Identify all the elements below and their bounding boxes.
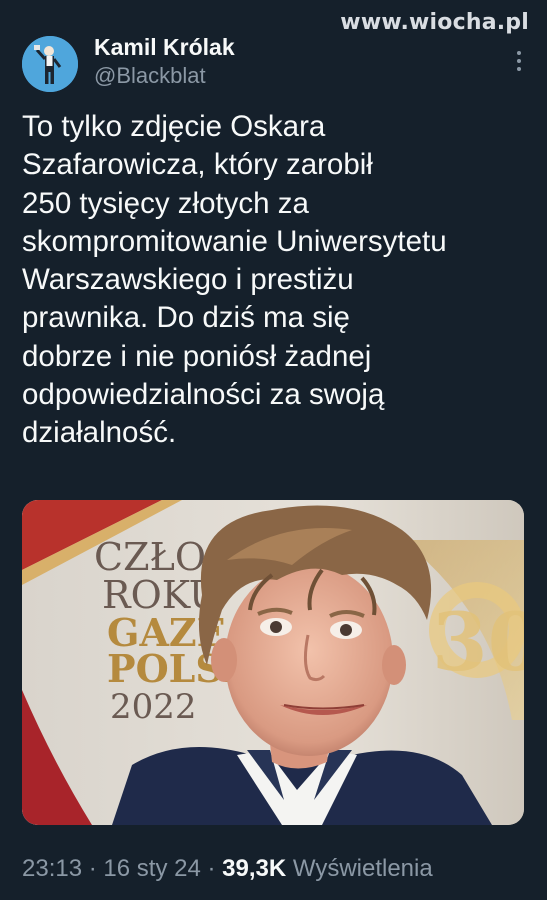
avatar-figure-icon xyxy=(22,36,78,92)
tweet-photo[interactable]: CZŁO ROKU GAZE POLSK 2022 30 xyxy=(22,500,524,825)
photo-image: CZŁO ROKU GAZE POLSK 2022 30 xyxy=(22,500,524,825)
tweet-meta: 23:13 · 16 sty 24 · 39,3K Wyświetlenia xyxy=(22,855,433,883)
banner-digits: 30 xyxy=(432,595,524,689)
tweet-header: Kamil Królak @Blackblat xyxy=(22,34,531,94)
more-dot-icon xyxy=(517,67,521,71)
tweet-time[interactable]: 23:13 xyxy=(22,855,82,882)
more-dot-icon xyxy=(517,59,521,63)
more-dot-icon xyxy=(517,51,521,55)
views-label: Wyświetlenia xyxy=(292,855,433,882)
more-options-button[interactable] xyxy=(507,46,531,76)
banner-line: 2022 xyxy=(110,687,197,727)
meta-separator: · xyxy=(207,855,216,882)
author-handle[interactable]: @Blackblat xyxy=(94,62,235,90)
avatar[interactable] xyxy=(22,36,78,92)
site-watermark: www.wiocha.pl xyxy=(340,10,529,35)
tweet-text: To tylko zdjęcie Oskara Szafarowicza, kt… xyxy=(22,110,447,450)
tweet-date[interactable]: 16 sty 24 xyxy=(103,855,200,882)
meta-separator: · xyxy=(88,855,97,882)
author-name[interactable]: Kamil Królak xyxy=(94,34,235,60)
views-count[interactable]: 39,3K xyxy=(222,855,286,882)
author-block[interactable]: Kamil Królak @Blackblat xyxy=(94,34,235,90)
